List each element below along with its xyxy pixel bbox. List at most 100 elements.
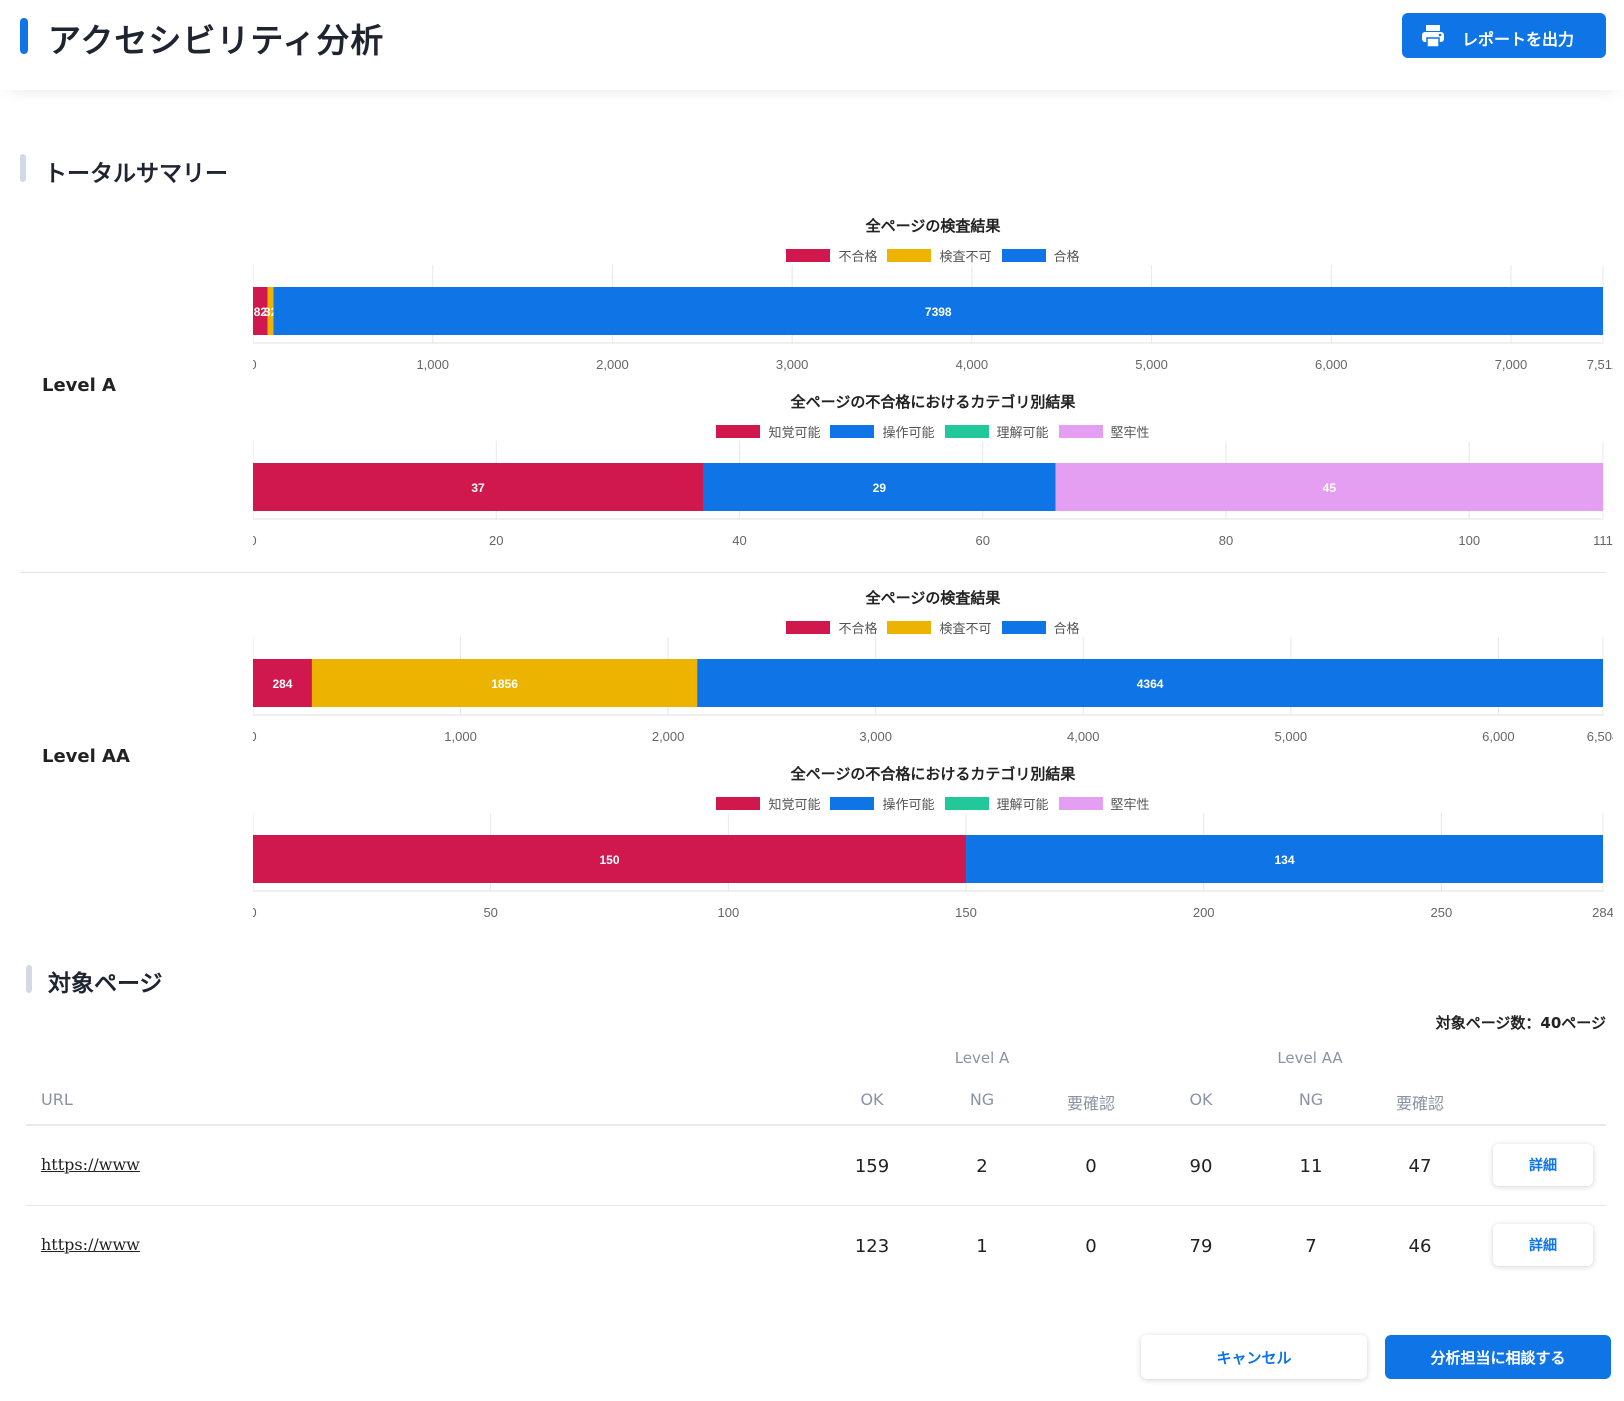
x-tick-label: 1,000 <box>444 729 477 744</box>
legend-label: 検査不可 <box>939 622 992 637</box>
legend-item[interactable]: 知覚可能 <box>716 794 820 813</box>
printer-icon <box>1422 25 1444 48</box>
x-tick-label: 5,000 <box>1135 357 1168 372</box>
bar-value-label: 134 <box>1274 853 1294 867</box>
a-ok-value: 123 <box>854 1236 890 1257</box>
bar-value-label: 45 <box>1323 481 1337 495</box>
legend-label: 不合格 <box>838 250 878 265</box>
x-tick-label: 250 <box>1431 905 1453 920</box>
pages-section-title: 対象ページ <box>48 971 163 997</box>
legend-swatch <box>786 621 831 634</box>
legend-label: 知覚可能 <box>768 426 821 441</box>
a-check-value: 0 <box>1085 1236 1097 1257</box>
x-tick-label: 6,504 <box>1587 729 1613 744</box>
page-url-link[interactable]: https://www <box>41 1155 140 1174</box>
group-label-level-aa: Level AA <box>1277 1049 1343 1067</box>
x-tick-label: 100 <box>718 905 740 920</box>
level-a-label: Level A <box>42 375 116 396</box>
legend-swatch <box>944 797 989 810</box>
a-ng-value: 2 <box>976 1156 988 1177</box>
x-tick-label: 0 <box>253 357 257 372</box>
legend-item[interactable]: 堅牢性 <box>1058 422 1150 441</box>
chart-title: 全ページの検査結果 <box>865 589 1001 607</box>
x-tick-label: 5,000 <box>1275 729 1308 744</box>
summary-section-title: トータルサマリー <box>44 161 228 187</box>
legend-item[interactable]: 検査不可 <box>887 618 992 637</box>
x-tick-label: 7,000 <box>1495 357 1528 372</box>
aa-check-value: 47 <box>1408 1156 1432 1177</box>
aa-ok-value: 79 <box>1189 1236 1213 1257</box>
legend-item[interactable]: 理解可能 <box>944 422 1049 441</box>
legend-item[interactable]: 理解可能 <box>944 794 1049 813</box>
level-divider <box>20 572 1606 573</box>
a-check-value: 0 <box>1085 1156 1097 1177</box>
chart-legend: 知覚可能 操作可能 理解可能 堅牢性 <box>253 794 1613 813</box>
bar-value-label: 29 <box>873 481 887 495</box>
legend-item[interactable]: 合格 <box>1001 618 1080 637</box>
detail-button[interactable]: 詳細 <box>1493 1144 1593 1186</box>
column-header-aa-ok: OK <box>1189 1090 1213 1109</box>
column-header-a-ok: OK <box>860 1090 884 1109</box>
section-accent-bar <box>20 154 26 182</box>
page-url-link[interactable]: https://www <box>41 1235 140 1254</box>
page-header: アクセシビリティ分析 レポートを出力 <box>0 0 1624 90</box>
x-tick-label: 2,000 <box>596 357 629 372</box>
legend-swatch <box>887 621 932 634</box>
chart-plot: 8232739801,0002,0003,0004,0005,0006,0007… <box>253 265 1613 372</box>
legend-label: 操作可能 <box>882 426 935 441</box>
x-tick-label: 200 <box>1193 905 1215 920</box>
legend-item[interactable]: 堅牢性 <box>1058 794 1150 813</box>
legend-label: 不合格 <box>838 622 878 637</box>
legend-swatch <box>887 249 932 262</box>
legend-item[interactable]: 不合格 <box>786 618 877 637</box>
chart-legend: 知覚可能 操作可能 理解可能 堅牢性 <box>253 422 1613 441</box>
x-tick-label: 1,000 <box>416 357 449 372</box>
aa-check-value: 46 <box>1408 1236 1432 1257</box>
a-ok-value: 159 <box>854 1156 890 1177</box>
legend-swatch <box>944 425 989 438</box>
legend-label: 知覚可能 <box>768 798 821 813</box>
detail-button[interactable]: 詳細 <box>1493 1224 1593 1266</box>
consult-analyst-button[interactable]: 分析担当に相談する <box>1385 1335 1611 1379</box>
aa-ok-value: 90 <box>1189 1156 1213 1177</box>
page-count-label: 対象ページ数：40ページ <box>1435 1014 1606 1032</box>
table-header-divider <box>26 1124 1606 1126</box>
level-aa-label: Level AA <box>42 746 130 767</box>
export-report-button[interactable]: レポートを出力 <box>1402 13 1606 58</box>
x-tick-label: 111 <box>1593 533 1613 548</box>
legend-label: 操作可能 <box>882 798 935 813</box>
legend-label: 理解可能 <box>996 798 1049 813</box>
legend-label: 理解可能 <box>996 426 1049 441</box>
cancel-button[interactable]: キャンセル <box>1141 1335 1367 1379</box>
x-tick-label: 20 <box>489 533 503 548</box>
legend-item[interactable]: 操作可能 <box>830 794 935 813</box>
legend-swatch <box>1001 249 1046 262</box>
x-tick-label: 4,000 <box>1067 729 1100 744</box>
legend-label: 合格 <box>1053 622 1080 637</box>
legend-item[interactable]: 操作可能 <box>830 422 935 441</box>
chart-plot: 150 134 0 50 100 150 200 250 284 <box>253 813 1613 920</box>
legend-label: 堅牢性 <box>1110 798 1150 813</box>
export-report-label: レポートを出力 <box>1462 30 1575 49</box>
x-tick-label: 2,000 <box>652 729 685 744</box>
legend-item[interactable]: 検査不可 <box>887 246 992 265</box>
group-label-level-a: Level A <box>954 1049 1010 1067</box>
legend-item[interactable]: 知覚可能 <box>716 422 820 441</box>
bar-value-label: 4364 <box>1137 677 1164 691</box>
aa-ng-value: 11 <box>1299 1156 1323 1177</box>
bar-value-label: 150 <box>599 853 619 867</box>
x-tick-label: 0 <box>253 905 257 920</box>
column-header-a-check: 要確認 <box>1066 1094 1115 1113</box>
bar-value-label: 284 <box>272 677 292 691</box>
page-title: アクセシビリティ分析 <box>48 21 385 60</box>
column-header-aa-ng: NG <box>1298 1090 1324 1109</box>
x-tick-label: 6,000 <box>1315 357 1348 372</box>
legend-swatch <box>716 797 761 810</box>
chart-plot: 37 29 45 0 20 40 60 80 100 111 <box>253 441 1613 548</box>
column-header-a-ng: NG <box>969 1090 995 1109</box>
legend-swatch <box>786 249 831 262</box>
legend-item[interactable]: 合格 <box>1001 246 1080 265</box>
legend-item[interactable]: 不合格 <box>786 246 877 265</box>
column-header-url: URL <box>41 1090 73 1109</box>
chart-legend: 不合格 検査不可 合格 <box>253 246 1613 265</box>
